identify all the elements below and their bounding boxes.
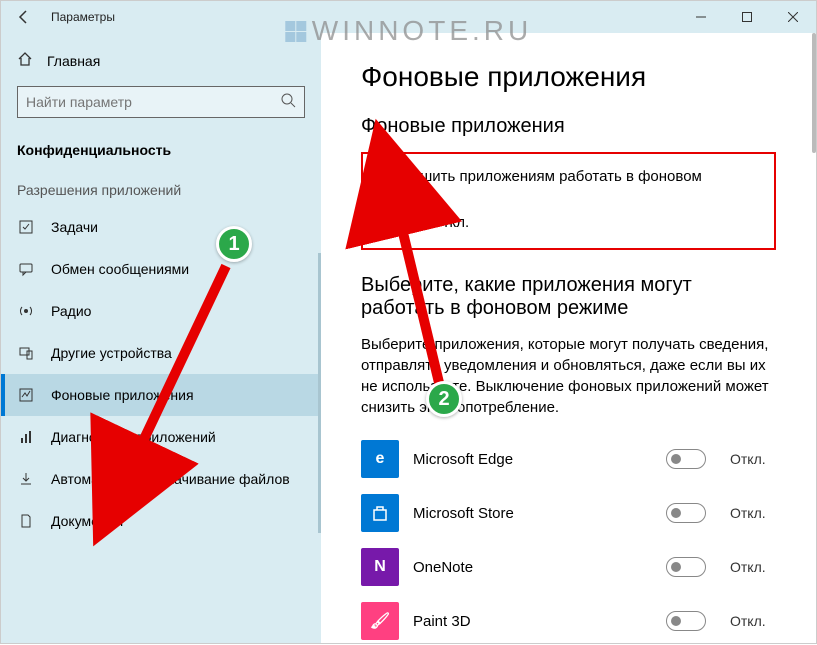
search-input[interactable] [26,94,280,110]
sidebar-item-label: Обмен сообщениями [51,261,189,277]
app-toggle[interactable] [666,611,706,631]
home-link[interactable]: Главная [1,43,321,78]
sidebar-item-messaging[interactable]: Обмен сообщениями [1,248,321,290]
messaging-icon [17,260,35,278]
home-label: Главная [47,53,100,69]
app-state: Откл. [730,613,776,629]
app-item: 🖌 Paint 3D Откл. [361,594,776,643]
app-name: Microsoft Edge [413,451,652,468]
sidebar-item-documents[interactable]: Документы [1,500,321,542]
highlight-box: Разрешить приложениям работать в фоновом… [361,152,776,250]
onenote-icon: N [361,548,399,586]
store-icon [361,494,399,532]
sidebar-item-label: Диагностика приложений [51,429,216,445]
titlebar: Параметры [1,1,816,33]
nav-list: Задачи Обмен сообщениями Радио Другие ус… [1,206,321,542]
edge-icon: e [361,440,399,478]
section-title: Конфиденциальность [1,134,321,166]
devices-icon [17,344,35,362]
main-content: Фоновые приложения Фоновые приложения Ра… [321,33,816,643]
app-state: Откл. [730,451,776,467]
maximize-button[interactable] [724,1,770,33]
sidebar-item-radio[interactable]: Радио [1,290,321,332]
section1-title: Фоновые приложения [361,115,776,138]
app-toggle[interactable] [666,449,706,469]
sidebar-item-other-devices[interactable]: Другие устройства [1,332,321,374]
sidebar-item-background-apps[interactable]: Фоновые приложения [1,374,321,416]
search-icon [280,92,296,113]
sidebar-item-label: Фоновые приложения [51,387,194,403]
home-icon [17,51,33,70]
close-button[interactable] [770,1,816,33]
tasks-icon [17,218,35,236]
allow-toggle[interactable] [379,212,419,232]
back-button[interactable] [1,1,47,33]
app-item: e Microsoft Edge Откл. [361,432,776,486]
app-toggle[interactable] [666,557,706,577]
sidebar-item-tasks[interactable]: Задачи [1,206,321,248]
sidebar-item-label: Другие устройства [51,345,172,361]
main-scrollbar[interactable] [812,33,816,153]
group-title: Разрешения приложений [1,166,321,206]
paint3d-icon: 🖌 [361,602,399,640]
app-name: Paint 3D [413,613,652,630]
allow-state: Откл. [431,214,469,231]
sidebar-item-label: Радио [51,303,91,319]
app-item: Microsoft Store Откл. [361,486,776,540]
diagnostics-icon [17,428,35,446]
sidebar-item-label: Задачи [51,219,98,235]
download-icon [17,470,35,488]
app-name: Microsoft Store [413,505,652,522]
app-item: N OneNote Откл. [361,540,776,594]
section2-title: Выберите, какие приложения могут работат… [361,274,776,320]
sidebar-item-label: Документы [51,513,123,529]
allow-label: Разрешить приложениям работать в фоновом… [379,168,758,202]
app-state: Откл. [730,559,776,575]
app-state: Откл. [730,505,776,521]
page-title: Фоновые приложения [361,61,776,93]
background-apps-icon [17,386,35,404]
window-title: Параметры [51,10,115,24]
documents-icon [17,512,35,530]
sidebar-item-label: Автоматическое скачивание файлов [51,471,290,487]
sidebar-item-auto-download[interactable]: Автоматическое скачивание файлов [1,458,321,500]
search-box[interactable] [17,86,305,118]
app-list: e Microsoft Edge Откл. Microsoft Store О… [361,432,776,643]
section2-desc: Выберите приложения, которые могут получ… [361,334,776,418]
minimize-button[interactable] [678,1,724,33]
app-name: OneNote [413,559,652,576]
radio-icon [17,302,35,320]
sidebar-item-app-diagnostics[interactable]: Диагностика приложений [1,416,321,458]
sidebar: Главная Конфиденциальность Разрешения пр… [1,33,321,643]
app-toggle[interactable] [666,503,706,523]
